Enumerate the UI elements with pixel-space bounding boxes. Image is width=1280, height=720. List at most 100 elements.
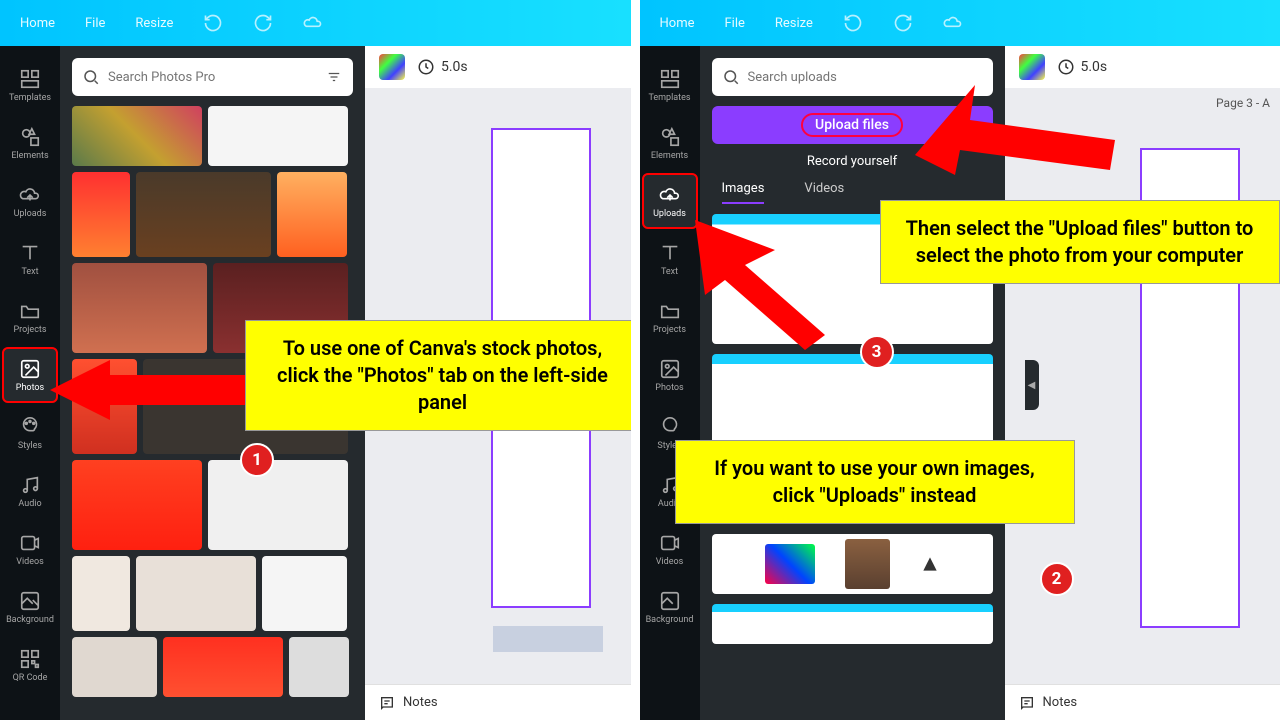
stock-photo[interactable]	[208, 106, 348, 166]
annotation-arrow	[50, 355, 250, 425]
stock-photo[interactable]	[72, 106, 202, 166]
sidebar-qrcode[interactable]: QR Code	[2, 637, 58, 693]
search-photos[interactable]	[72, 58, 353, 96]
clock-icon	[417, 58, 435, 76]
canvas-toolbar: 5.0s	[1005, 46, 1280, 88]
callout-1: To use one of Canva's stock photos, clic…	[245, 320, 631, 431]
undo-icon[interactable]	[843, 13, 863, 33]
callout-2: If you want to use your own images, clic…	[675, 440, 1075, 524]
sidebar-uploads[interactable]: Uploads	[642, 173, 698, 229]
templates-icon	[19, 68, 41, 90]
uploaded-thumb[interactable]	[712, 604, 993, 644]
search-uploads-input[interactable]	[748, 70, 983, 85]
text-icon	[19, 242, 41, 264]
annotation-arrow	[915, 85, 1115, 175]
delta-icon	[920, 554, 940, 574]
color-chip[interactable]	[379, 54, 405, 80]
step-badge-3: 3	[860, 335, 894, 369]
sidebar-background[interactable]: Background	[642, 579, 698, 635]
search-photos-input[interactable]	[108, 70, 317, 85]
sidebar-projects[interactable]: Projects	[2, 289, 58, 345]
stock-photo[interactable]	[136, 556, 256, 631]
step-badge-2: 2	[1040, 562, 1074, 596]
duration-control[interactable]: 5.0s	[417, 58, 468, 76]
notes-bar[interactable]: Notes	[365, 684, 631, 720]
uploads-icon	[659, 184, 681, 206]
stock-photo[interactable]	[289, 637, 349, 697]
uploaded-thumb[interactable]	[845, 539, 890, 589]
clock-icon	[1057, 58, 1075, 76]
top-menu-bar: Home File Resize	[640, 0, 1280, 46]
styles-icon	[659, 416, 681, 438]
page-label: Page 3 - A	[1216, 96, 1270, 110]
stock-photo[interactable]	[72, 460, 202, 550]
uploads-icon	[19, 184, 41, 206]
photos-icon	[19, 358, 41, 380]
collapse-panel[interactable]: ◀	[1025, 360, 1039, 410]
background-icon	[659, 590, 681, 612]
filter-icon[interactable]	[325, 70, 343, 84]
projects-icon	[659, 300, 681, 322]
callout-3: Then select the "Upload files" button to…	[880, 200, 1280, 284]
stock-photo[interactable]	[163, 637, 283, 697]
stock-photo[interactable]	[136, 172, 271, 257]
sidebar-videos[interactable]: Videos	[2, 521, 58, 577]
notes-icon	[379, 695, 395, 711]
elements-icon	[659, 126, 681, 148]
videos-icon	[19, 532, 41, 554]
cloud-icon[interactable]	[943, 13, 963, 33]
stock-photo[interactable]	[72, 172, 130, 257]
menu-file[interactable]: File	[724, 16, 744, 31]
top-menu-bar: Home File Resize	[0, 0, 631, 46]
step-badge-1: 1	[240, 443, 274, 477]
sidebar-text[interactable]: Text	[642, 231, 698, 287]
sidebar-videos[interactable]: Videos	[642, 521, 698, 577]
photos-icon	[659, 358, 681, 380]
uploaded-thumb[interactable]	[765, 544, 815, 584]
sidebar-photos[interactable]: Photos	[642, 347, 698, 403]
stock-photo[interactable]	[277, 172, 347, 257]
menu-home[interactable]: Home	[660, 16, 695, 31]
stock-photo[interactable]	[72, 637, 157, 697]
sidebar-background[interactable]: Background	[2, 579, 58, 635]
tab-images[interactable]: Images	[722, 181, 765, 204]
redo-icon[interactable]	[253, 13, 273, 33]
videos-icon	[659, 532, 681, 554]
sidebar-text[interactable]: Text	[2, 231, 58, 287]
stock-photo[interactable]	[262, 556, 347, 631]
page-thumb[interactable]	[493, 626, 603, 652]
sidebar-elements[interactable]: Elements	[642, 115, 698, 171]
notes-bar[interactable]: Notes	[1005, 684, 1280, 720]
stock-photo[interactable]	[72, 263, 207, 353]
tab-videos[interactable]: Videos	[804, 181, 844, 204]
styles-icon	[19, 416, 41, 438]
menu-resize[interactable]: Resize	[135, 16, 173, 31]
cloud-icon[interactable]	[303, 13, 323, 33]
duration-control[interactable]: 5.0s	[1057, 58, 1108, 76]
text-icon	[659, 242, 681, 264]
sidebar-projects[interactable]: Projects	[642, 289, 698, 345]
canvas-toolbar: 5.0s	[365, 46, 631, 88]
left-sidebar: Templates Elements Uploads Text Projects…	[640, 46, 700, 720]
notes-icon	[1019, 695, 1035, 711]
menu-file[interactable]: File	[85, 16, 105, 31]
redo-icon[interactable]	[893, 13, 913, 33]
menu-resize[interactable]: Resize	[775, 16, 813, 31]
stock-photo[interactable]	[72, 556, 130, 631]
projects-icon	[19, 300, 41, 322]
search-icon	[722, 68, 740, 86]
undo-icon[interactable]	[203, 13, 223, 33]
sidebar-elements[interactable]: Elements	[2, 115, 58, 171]
right-screenshot: Home File Resize Templates Elements Uplo…	[640, 0, 1280, 720]
uploaded-thumb-row	[712, 534, 993, 594]
audio-icon	[19, 474, 41, 496]
background-icon	[19, 590, 41, 612]
sidebar-uploads[interactable]: Uploads	[2, 173, 58, 229]
templates-icon	[659, 68, 681, 90]
color-chip[interactable]	[1019, 54, 1045, 80]
stock-photo[interactable]	[208, 460, 348, 550]
menu-home[interactable]: Home	[20, 16, 55, 31]
sidebar-audio[interactable]: Audio	[2, 463, 58, 519]
sidebar-templates[interactable]: Templates	[642, 57, 698, 113]
sidebar-templates[interactable]: Templates	[2, 57, 58, 113]
